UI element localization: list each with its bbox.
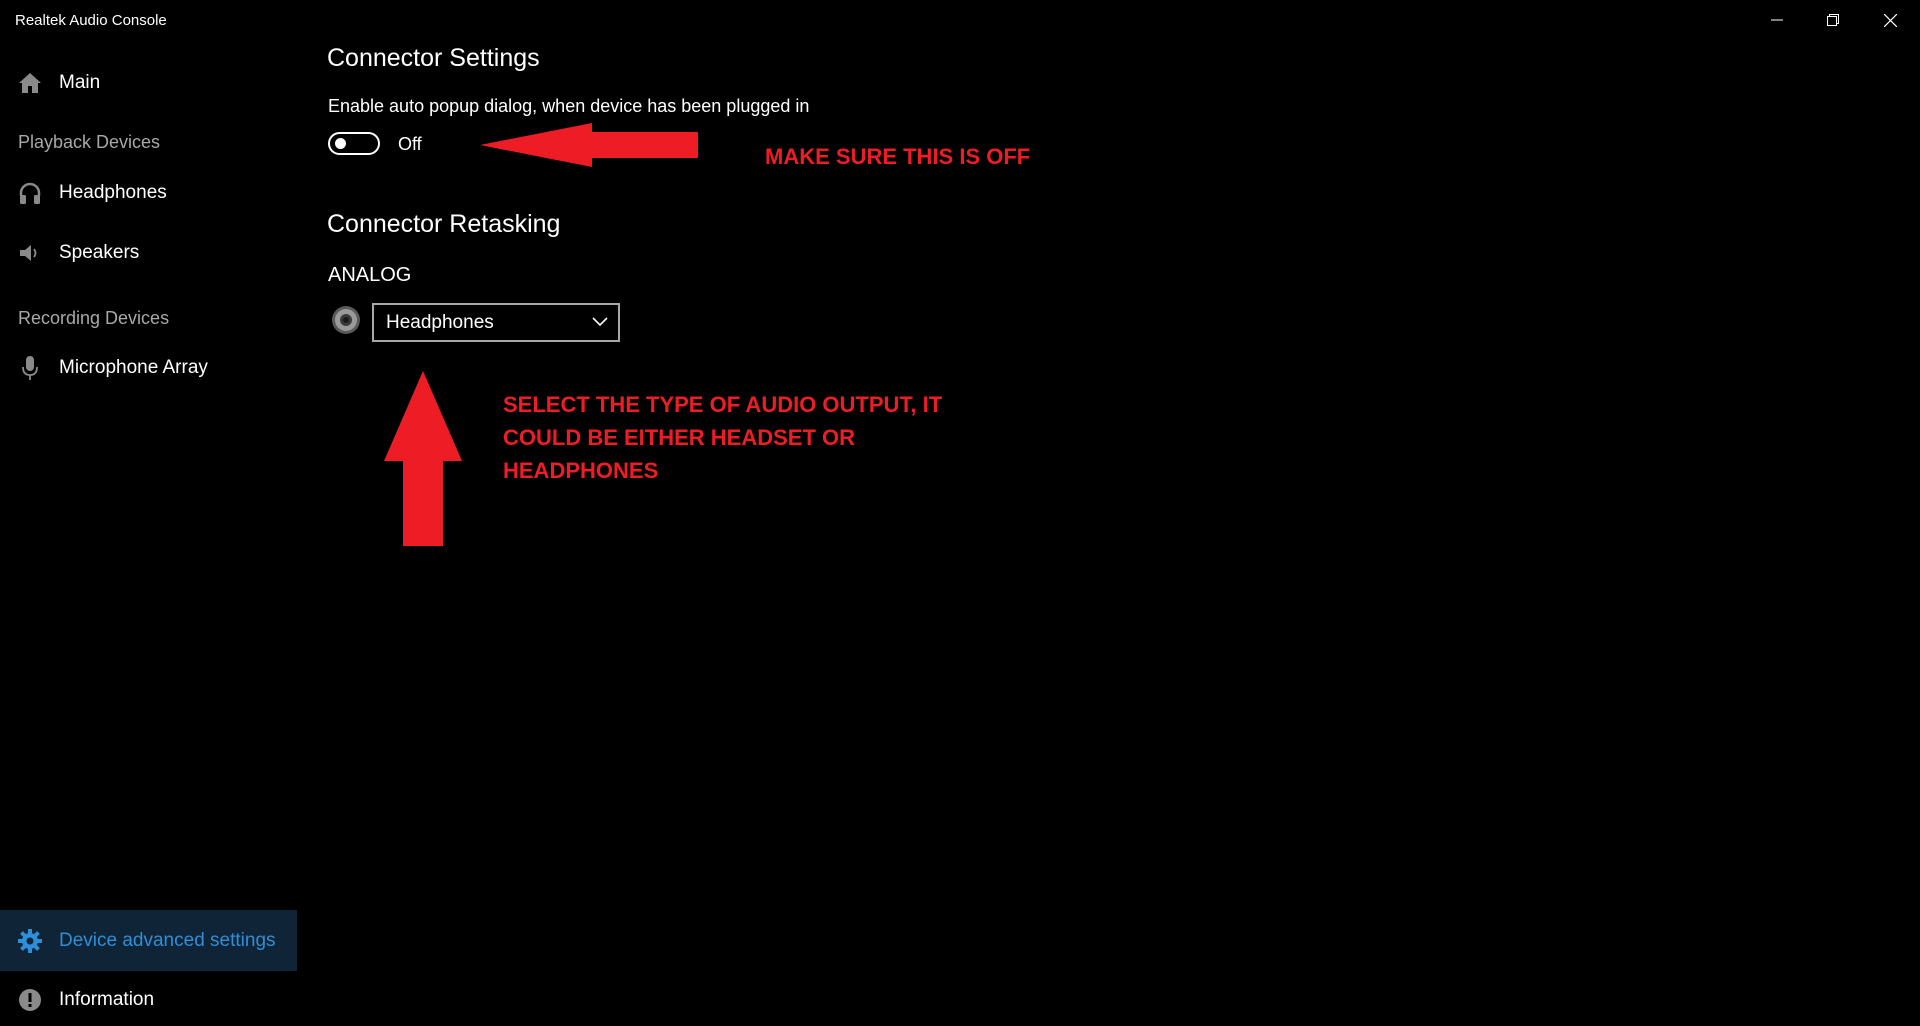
annotation-line: HEADPHONES <box>503 458 659 483</box>
sidebar-item-label: Speakers <box>59 242 140 263</box>
annotation-line: COULD BE EITHER HEADSET OR <box>503 425 856 450</box>
sidebar-item-headphones[interactable]: Headphones <box>0 164 297 222</box>
sidebar-item-speakers[interactable]: Speakers <box>0 224 297 282</box>
sidebar-item-information[interactable]: Information <box>0 971 297 1026</box>
speaker-icon <box>17 240 43 266</box>
annotation-dropdown-note: SELECT THE TYPE OF AUDIO OUTPUT, IT COUL… <box>503 388 942 487</box>
connector-settings-heading: Connector Settings <box>327 44 540 72</box>
sidebar-item-label: Headphones <box>59 182 167 203</box>
playback-devices-header: Playback Devices <box>18 132 161 152</box>
sidebar-item-label: Microphone Array <box>59 357 208 378</box>
auto-popup-description: Enable auto popup dialog, when device ha… <box>328 96 810 116</box>
info-icon <box>17 987 43 1013</box>
toggle-knob <box>335 138 346 149</box>
sidebar-item-label: Device advanced settings <box>59 929 276 951</box>
title-bar: Realtek Audio Console <box>0 0 1920 40</box>
dropdown-selected-value: Headphones <box>386 311 494 333</box>
sidebar: Main Playback Devices Headphones Speaker… <box>0 40 297 1026</box>
sidebar-item-label: Information <box>59 989 155 1010</box>
chevron-down-icon <box>592 317 608 327</box>
close-icon <box>1883 13 1897 27</box>
microphone-icon <box>17 355 43 381</box>
annotation-toggle-note: MAKE SURE THIS IS OFF <box>765 144 1031 169</box>
restore-icon <box>1827 14 1839 26</box>
sidebar-item-device-advanced-settings[interactable]: Device advanced settings <box>0 910 297 971</box>
annotation-line: SELECT THE TYPE OF AUDIO OUTPUT, IT <box>503 392 943 417</box>
connector-retasking-heading: Connector Retasking <box>327 210 561 238</box>
headphones-icon <box>17 180 43 206</box>
home-icon <box>17 70 43 96</box>
annotation-arrow-up <box>384 371 462 546</box>
restore-button[interactable] <box>1805 0 1861 40</box>
audio-jack-icon <box>332 306 360 334</box>
auto-popup-toggle[interactable] <box>328 132 380 155</box>
minimize-icon <box>1771 19 1783 21</box>
recording-devices-header: Recording Devices <box>18 308 170 328</box>
toggle-state-label: Off <box>398 134 422 154</box>
sidebar-item-microphone-array[interactable]: Microphone Array <box>0 339 297 397</box>
app-title: Realtek Audio Console <box>15 12 167 29</box>
connector-type-dropdown[interactable]: Headphones <box>372 303 620 342</box>
gear-icon <box>17 928 43 954</box>
minimize-button[interactable] <box>1749 0 1805 40</box>
app-window: Realtek Audio Console Main Playback Devi… <box>0 0 1920 1026</box>
sidebar-item-label: Main <box>59 72 101 93</box>
analog-label: ANALOG <box>328 264 412 286</box>
sidebar-item-main[interactable]: Main <box>0 54 297 112</box>
annotation-arrow-left <box>480 123 698 167</box>
close-button[interactable] <box>1862 0 1918 40</box>
